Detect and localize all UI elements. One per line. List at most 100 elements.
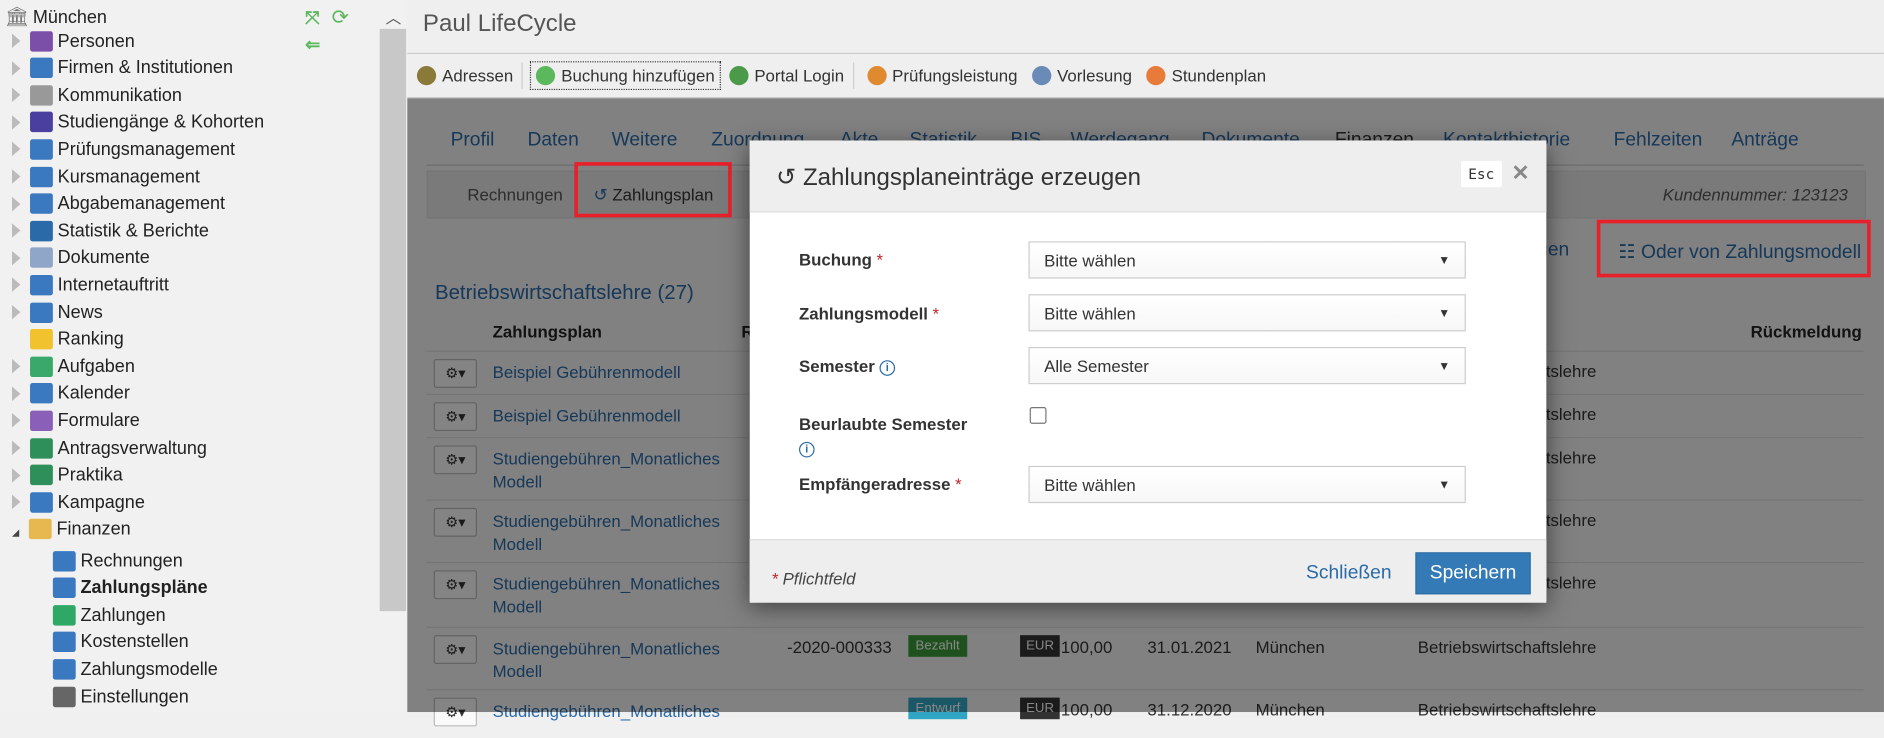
- sidebar-subitem[interactable]: Zahlungspläne: [52, 576, 208, 600]
- graduation-cap-icon: [30, 112, 53, 133]
- sidebar-item[interactable]: Dokumente: [12, 246, 150, 270]
- folder-icon: [30, 247, 53, 269]
- expand-arrow-icon[interactable]: [12, 33, 21, 49]
- toolbar-button-label: Buchung hinzufügen: [561, 66, 715, 86]
- sidebar-item[interactable]: News: [12, 300, 103, 324]
- expand-arrow-icon[interactable]: [12, 277, 21, 293]
- toolbar-button-label: Stundenplan: [1171, 66, 1267, 86]
- address-book-icon: [416, 66, 437, 86]
- toolbar-button[interactable]: Portal Login: [724, 62, 849, 88]
- expand-arrow-icon[interactable]: [12, 223, 21, 238]
- expanded-arrow-icon[interactable]: [12, 522, 20, 537]
- expand-arrow-icon[interactable]: [12, 196, 21, 211]
- sidebar-item-label: Internetauftritt: [57, 274, 169, 296]
- zahlungsmodell-select[interactable]: Bitte wählen ▼: [1028, 294, 1466, 332]
- sidebar-item[interactable]: Kursmanagement: [12, 164, 200, 188]
- label-empfaengeradresse: Empfängeradresse *: [798, 474, 962, 494]
- label-semester: Semester i: [799, 357, 896, 376]
- expand-arrow-icon[interactable]: [12, 386, 21, 401]
- toolbar-button[interactable]: Stundenplan: [1142, 62, 1271, 88]
- beurlaubte-semester-checkbox[interactable]: [1029, 407, 1047, 424]
- toolbar: Adressen Buchung hinzufügen Portal Login Pr…: [407, 52, 1884, 100]
- sidebar-item[interactable]: Personen: [12, 29, 135, 53]
- back-arrow-icon[interactable]: ⇐: [305, 34, 320, 55]
- sidebar-item[interactable]: Prüfungsmanagement: [12, 137, 235, 161]
- sidebar-subitem-label: Einstellungen: [80, 686, 189, 707]
- modal-title: ↺ Zahlungsplaneinträge erzeugen: [776, 162, 1141, 192]
- gift-icon: [30, 491, 53, 513]
- toolbar-button[interactable]: Adressen: [412, 62, 518, 88]
- expand-arrow-icon[interactable]: [12, 467, 21, 483]
- sidebar-subitem[interactable]: Kostenstellen: [52, 630, 189, 654]
- globe-login-icon: [729, 66, 749, 86]
- caret-down-icon: ▼: [1438, 254, 1451, 268]
- caret-down-icon: ▼: [1438, 479, 1451, 493]
- sidebar-item[interactable]: Aufgaben: [12, 354, 135, 378]
- modal-dialog: ↺ Zahlungsplaneinträge erzeugen Esc ✕ Bu…: [749, 140, 1547, 603]
- info-icon[interactable]: i: [879, 359, 896, 376]
- expand-arrow-icon[interactable]: [12, 169, 21, 184]
- sidebar-item[interactable]: Praktika: [12, 463, 123, 487]
- esc-hint: Esc: [1461, 160, 1502, 188]
- sidebar-item[interactable]: Antragsverwaltung: [12, 436, 207, 460]
- sidebar-item[interactable]: Finanzen: [12, 517, 131, 541]
- banknote-icon: [52, 604, 76, 626]
- table-user-icon: [30, 437, 53, 459]
- expand-arrow-icon[interactable]: [12, 304, 21, 320]
- label-buchung: Buchung *: [798, 249, 884, 269]
- tree-root[interactable]: 🏛 München: [5, 5, 107, 29]
- refresh-icon[interactable]: ⟳: [332, 6, 349, 30]
- expand-arrow-icon[interactable]: [12, 494, 21, 510]
- sidebar-subitem[interactable]: Zahlungen: [52, 603, 166, 627]
- persons-icon: [30, 30, 53, 52]
- expand-arrow-icon[interactable]: [12, 60, 21, 76]
- expand-arrow-icon[interactable]: [12, 115, 21, 130]
- sidebar-item-label: Finanzen: [56, 519, 131, 540]
- buchung-select[interactable]: Bitte wählen ▼: [1028, 241, 1466, 279]
- semester-select[interactable]: Alle Semester ▼: [1028, 347, 1466, 385]
- expand-arrow-icon[interactable]: [12, 359, 21, 374]
- sidebar-item[interactable]: Statistik & Berichte: [12, 219, 209, 243]
- toolbar-button-label: Vorlesung: [1057, 66, 1132, 86]
- save-button[interactable]: Speichern: [1415, 552, 1531, 595]
- expand-arrow-icon[interactable]: [12, 250, 21, 266]
- factory-icon: [30, 57, 53, 79]
- scroll-up-icon[interactable]: ︿: [386, 5, 402, 28]
- sidebar-item[interactable]: Kalender: [12, 382, 130, 406]
- expand-arrow-icon[interactable]: [12, 440, 21, 456]
- sidebar-subitem[interactable]: Einstellungen: [52, 684, 189, 708]
- expand-arrow-icon[interactable]: [12, 142, 21, 157]
- sidebar-item-label: Prüfungsmanagement: [57, 139, 236, 160]
- sidebar-item[interactable]: Kampagne: [12, 490, 145, 514]
- sidebar-item-label: Kommunikation: [57, 84, 182, 106]
- toolbar-button[interactable]: Vorlesung: [1027, 62, 1137, 88]
- sidebar-subitem-label: Zahlungspläne: [80, 577, 208, 599]
- close-button[interactable]: Schließen: [1306, 563, 1391, 585]
- sidebar-scrollbar[interactable]: ︿: [379, 0, 407, 713]
- expand-arrow-icon[interactable]: [12, 413, 21, 428]
- sidebar-item[interactable]: Internetauftritt: [12, 273, 169, 297]
- sidebar-subitem[interactable]: Rechnungen: [52, 549, 183, 573]
- empfaengeradresse-select[interactable]: Bitte wählen ▼: [1028, 465, 1466, 504]
- sidebar-item[interactable]: Ranking: [12, 327, 124, 351]
- toolbar-button-label: Adressen: [442, 66, 514, 86]
- sidebar-item-label: Kampagne: [57, 491, 145, 513]
- info-icon: [30, 301, 53, 323]
- sidebar-item[interactable]: Firmen & Institutionen: [12, 56, 233, 80]
- collapse-all-icon[interactable]: ⤧: [305, 8, 319, 28]
- sidebar-item-label: Ranking: [57, 329, 124, 350]
- toolbar-button[interactable]: Buchung hinzufügen: [530, 61, 721, 91]
- sidebar-item[interactable]: Studiengänge & Kohorten: [12, 110, 264, 134]
- info-icon[interactable]: i: [798, 441, 815, 458]
- sidebar-subitem[interactable]: Zahlungsmodelle: [52, 657, 218, 681]
- sidebar-item[interactable]: Abgabemanagement: [12, 192, 225, 216]
- sidebar-item[interactable]: Formulare: [12, 409, 140, 433]
- factory-icon: [52, 631, 76, 653]
- toolbar-button[interactable]: Prüfungsleistung: [862, 62, 1022, 88]
- sidebar-item-label: Kalender: [57, 383, 130, 404]
- timetable-icon: [1146, 66, 1166, 86]
- expand-arrow-icon[interactable]: [12, 87, 21, 103]
- close-icon[interactable]: ✕: [1511, 161, 1529, 186]
- label-beurlaubte-semester: Beurlaubte Semester i: [798, 412, 967, 460]
- sidebar-item[interactable]: Kommunikation: [12, 83, 182, 107]
